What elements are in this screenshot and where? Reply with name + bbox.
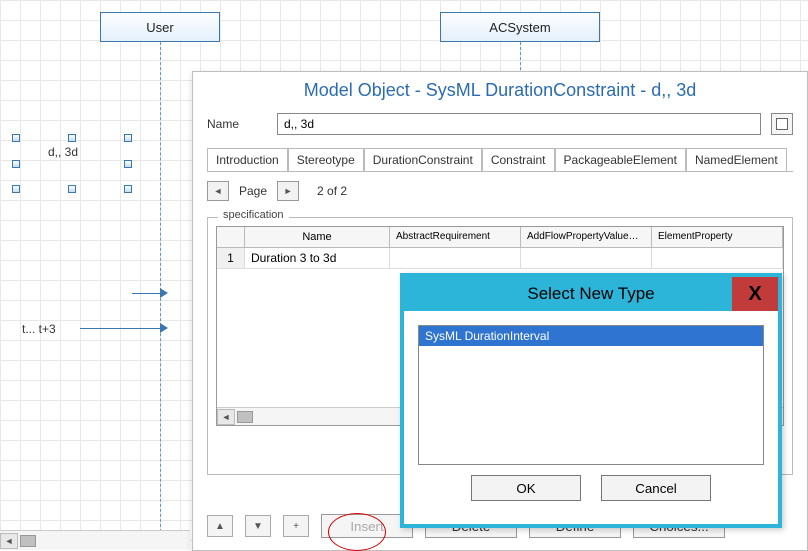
tab-constraint[interactable]: Constraint bbox=[482, 148, 555, 172]
selection-handle[interactable] bbox=[12, 160, 20, 168]
list-item-label: SysML DurationInterval bbox=[425, 329, 549, 343]
tab-introduction[interactable]: Introduction bbox=[207, 148, 288, 172]
lifeline-label: User bbox=[146, 20, 173, 35]
arrow-head-icon bbox=[160, 323, 168, 333]
tab-namedelement[interactable]: NamedElement bbox=[686, 148, 787, 172]
close-button[interactable]: X bbox=[732, 277, 778, 311]
row-name: Duration 3 to 3d bbox=[245, 248, 390, 268]
name-input[interactable] bbox=[277, 113, 761, 135]
type-listbox[interactable]: SysML DurationInterval bbox=[418, 325, 764, 465]
selection-handle[interactable] bbox=[124, 134, 132, 142]
plus-icon: + bbox=[293, 521, 299, 532]
scroll-left-icon[interactable]: ◄ bbox=[0, 533, 18, 549]
dialog-title: Model Object - SysML DurationConstraint … bbox=[193, 72, 807, 113]
table-header-name: Name bbox=[245, 227, 390, 247]
label-tt3: t... t+3 bbox=[22, 322, 56, 336]
tab-durationconstraint[interactable]: DurationConstraint bbox=[364, 148, 482, 172]
table-row[interactable]: 1 Duration 3 to 3d bbox=[217, 248, 783, 269]
table-header-col: AddFlowPropertyValueOnNestedPortAction bbox=[521, 227, 652, 247]
selection-handle[interactable] bbox=[68, 185, 76, 193]
selection-handle[interactable] bbox=[68, 134, 76, 142]
page-label: Page bbox=[239, 184, 267, 198]
cancel-button[interactable]: Cancel bbox=[601, 475, 711, 501]
close-icon: X bbox=[748, 283, 761, 306]
select-new-type-dialog: Select New Type X SysML DurationInterval… bbox=[400, 273, 782, 528]
page-next-button[interactable]: ► bbox=[277, 181, 299, 201]
page-prev-button[interactable]: ◄ bbox=[207, 181, 229, 201]
row-cell bbox=[521, 248, 652, 268]
name-label: Name bbox=[207, 117, 267, 131]
tab-label: Stereotype bbox=[297, 153, 355, 167]
row-cell bbox=[390, 248, 521, 268]
button-label: OK bbox=[516, 481, 535, 496]
lifeline-label: ACSystem bbox=[489, 20, 550, 35]
tab-stereotype[interactable]: Stereotype bbox=[288, 148, 364, 172]
arrow-line bbox=[80, 328, 162, 329]
table-header-col: AbstractRequirement bbox=[390, 227, 521, 247]
row-cell bbox=[652, 248, 783, 268]
page-position: 2 of 2 bbox=[317, 184, 347, 198]
tab-label: DurationConstraint bbox=[373, 153, 473, 167]
move-up-button[interactable]: ▲ bbox=[207, 515, 233, 537]
label-d3d: d,, 3d bbox=[48, 145, 78, 159]
table-header-rownum bbox=[217, 227, 245, 247]
scroll-left-icon[interactable]: ◄ bbox=[217, 409, 235, 425]
tab-packageableelement[interactable]: PackageableElement bbox=[555, 148, 686, 172]
canvas-hscrollbar[interactable]: ◄ bbox=[0, 530, 190, 550]
scroll-thumb[interactable] bbox=[20, 535, 36, 547]
selection-handle[interactable] bbox=[124, 160, 132, 168]
arrow-head-icon bbox=[160, 288, 168, 298]
add-button[interactable]: + bbox=[283, 515, 309, 537]
tab-label: Constraint bbox=[491, 153, 546, 167]
selection-handle[interactable] bbox=[12, 185, 20, 193]
selection-handle[interactable] bbox=[12, 134, 20, 142]
lifeline-acsystem[interactable]: ACSystem bbox=[440, 12, 600, 42]
tab-label: PackageableElement bbox=[564, 153, 677, 167]
ok-button[interactable]: OK bbox=[471, 475, 581, 501]
move-down-button[interactable]: ▼ bbox=[245, 515, 271, 537]
name-picker-button[interactable] bbox=[771, 113, 793, 135]
tab-label: Introduction bbox=[216, 153, 279, 167]
tab-label: NamedElement bbox=[695, 153, 778, 167]
modal-title: Select New Type bbox=[527, 284, 654, 304]
button-label: Cancel bbox=[635, 481, 677, 496]
specification-legend: specification bbox=[218, 209, 289, 221]
scroll-thumb[interactable] bbox=[237, 411, 253, 423]
selection-handle[interactable] bbox=[124, 185, 132, 193]
table-header-col: ElementProperty bbox=[652, 227, 783, 247]
lifeline-user[interactable]: User bbox=[100, 12, 220, 42]
button-label: Insert bbox=[350, 519, 383, 534]
list-item[interactable]: SysML DurationInterval bbox=[419, 326, 763, 346]
tab-bar: Introduction Stereotype DurationConstrai… bbox=[207, 147, 793, 172]
row-number: 1 bbox=[217, 248, 245, 268]
arrow-line bbox=[132, 293, 162, 294]
